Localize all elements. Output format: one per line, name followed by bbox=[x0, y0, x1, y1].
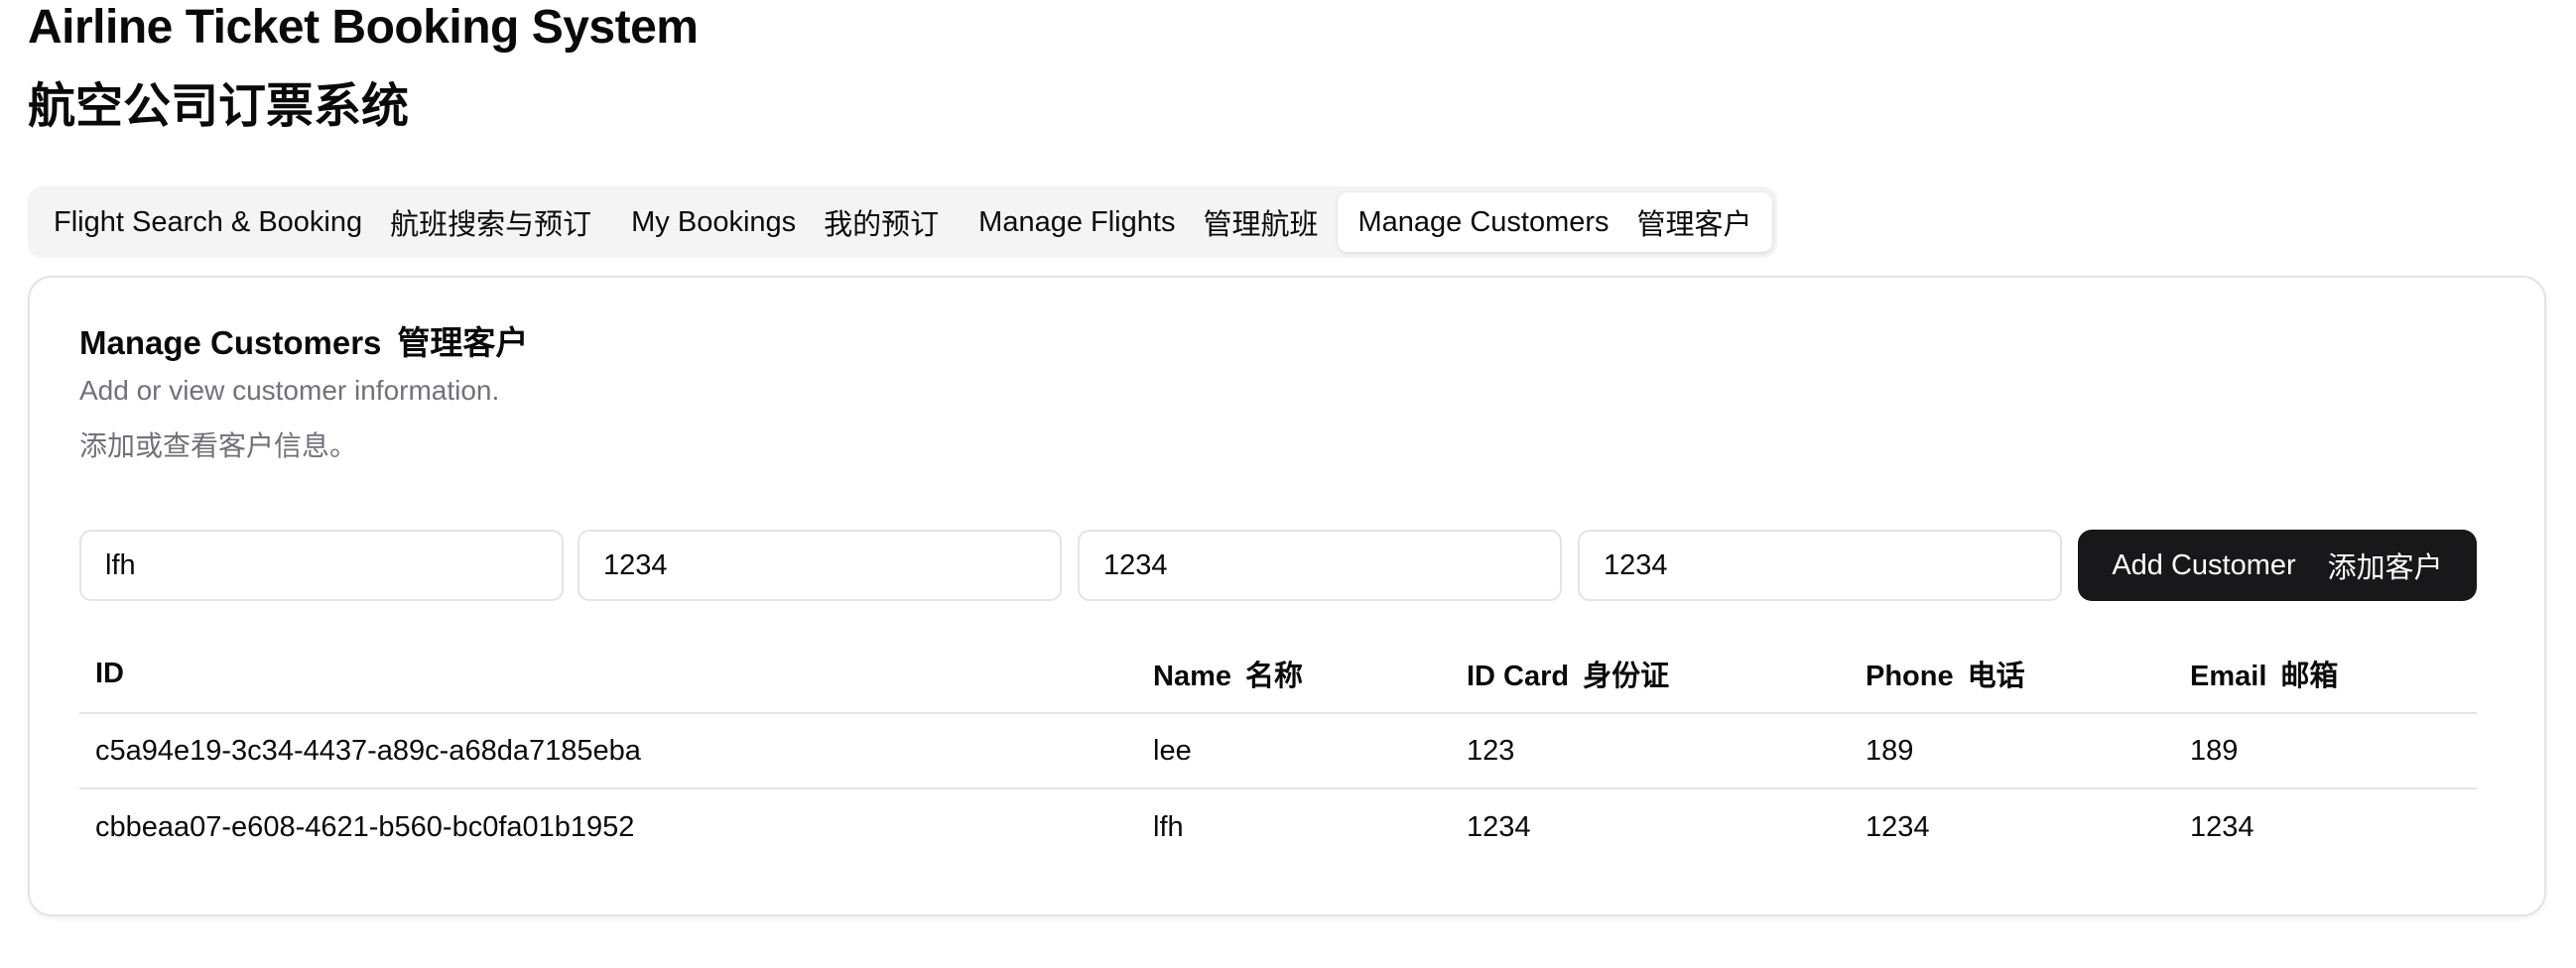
header-label-chinese: 邮箱 bbox=[2280, 661, 2339, 692]
cell-phone: 1234 bbox=[1866, 810, 1930, 843]
customer-phone-input[interactable] bbox=[1078, 530, 1562, 601]
tab-label-chinese: 航班搜索与预订 bbox=[390, 209, 592, 241]
tab-list: Flight Search & Booking 航班搜索与预订 My Booki… bbox=[28, 186, 1777, 258]
cell-idcard: 123 bbox=[1467, 734, 1515, 767]
card-description: Add or view customer information. bbox=[79, 375, 500, 406]
header-label-chinese: 电话 bbox=[1967, 661, 2025, 692]
tab-label-chinese: 管理航班 bbox=[1203, 209, 1319, 241]
card-title-text: Manage Customers bbox=[79, 324, 382, 361]
table-header-row: ID Name 名称 ID Card 身份证 Phone 电话 Email 邮箱 bbox=[79, 635, 2477, 714]
card-title: Manage Customers 管理客户 bbox=[79, 321, 528, 365]
page: Airline Ticket Booking System 航空公司订票系统 F… bbox=[0, 0, 2576, 968]
cell-email: 1234 bbox=[2190, 810, 2254, 843]
tab-label: Flight Search & Booking bbox=[54, 205, 363, 238]
tab-my-bookings[interactable]: My Bookings 我的预订 bbox=[611, 192, 959, 252]
tab-manage-flights[interactable]: Manage Flights 管理航班 bbox=[959, 192, 1338, 252]
card-title-chinese: 管理客户 bbox=[397, 324, 529, 361]
header-label: Email bbox=[2190, 661, 2267, 692]
header-label: Name bbox=[1153, 661, 1231, 692]
column-header-email: Email 邮箱 bbox=[2174, 653, 2472, 694]
app-title: Airline Ticket Booking System bbox=[28, 1, 699, 54]
cell-id: cbbeaa07-e608-4621-b560-bc0fa01b1952 bbox=[95, 810, 635, 843]
tab-label-chinese: 我的预订 bbox=[824, 209, 940, 241]
add-customer-label: Add Customer bbox=[2112, 548, 2296, 581]
cell-phone: 189 bbox=[1866, 734, 1914, 767]
tab-flight-search-booking[interactable]: Flight Search & Booking 航班搜索与预订 bbox=[34, 192, 611, 252]
cell-id: c5a94e19-3c34-4437-a89c-a68da7185eba bbox=[95, 734, 641, 767]
column-header-phone: Phone 电话 bbox=[1850, 653, 2174, 694]
add-customer-button[interactable]: Add Customer 添加客户 bbox=[2078, 530, 2477, 601]
table-row: cbbeaa07-e608-4621-b560-bc0fa01b1952 lfh… bbox=[79, 789, 2477, 865]
header-label: ID Card bbox=[1467, 661, 1570, 692]
tab-label: Manage Customers bbox=[1357, 205, 1610, 238]
table-row: c5a94e19-3c34-4437-a89c-a68da7185eba lee… bbox=[79, 714, 2477, 789]
card-description-chinese: 添加或查看客户信息。 bbox=[79, 430, 358, 461]
manage-customers-card: Manage Customers 管理客户 Add or view custome… bbox=[28, 276, 2546, 916]
header-label-chinese: 身份证 bbox=[1583, 661, 1670, 692]
add-customer-label-chinese: 添加客户 bbox=[2327, 552, 2443, 584]
customer-email-input[interactable] bbox=[1578, 530, 2062, 601]
customer-name-input[interactable] bbox=[79, 530, 564, 601]
header-label: ID bbox=[95, 657, 124, 689]
tab-manage-customers[interactable]: Manage Customers 管理客户 bbox=[1338, 192, 1772, 252]
customers-table: ID Name 名称 ID Card 身份证 Phone 电话 Email 邮箱 c5a… bbox=[79, 635, 2477, 865]
column-header-idcard: ID Card 身份证 bbox=[1451, 653, 1850, 694]
cell-name: lee bbox=[1153, 734, 1192, 767]
column-header-id: ID bbox=[79, 658, 1137, 690]
customer-idcard-input[interactable] bbox=[578, 530, 1062, 601]
cell-name: lfh bbox=[1153, 810, 1184, 843]
app-title-chinese: 航空公司订票系统 bbox=[28, 80, 410, 133]
column-header-name: Name 名称 bbox=[1137, 653, 1451, 694]
cell-email: 189 bbox=[2190, 734, 2239, 767]
tab-label: Manage Flights bbox=[978, 205, 1176, 238]
cell-idcard: 1234 bbox=[1467, 810, 1531, 843]
header-label: Phone bbox=[1866, 661, 1954, 692]
tab-label-chinese: 管理客户 bbox=[1636, 209, 1752, 241]
header-label-chinese: 名称 bbox=[1245, 661, 1304, 692]
tab-label: My Bookings bbox=[631, 205, 797, 238]
